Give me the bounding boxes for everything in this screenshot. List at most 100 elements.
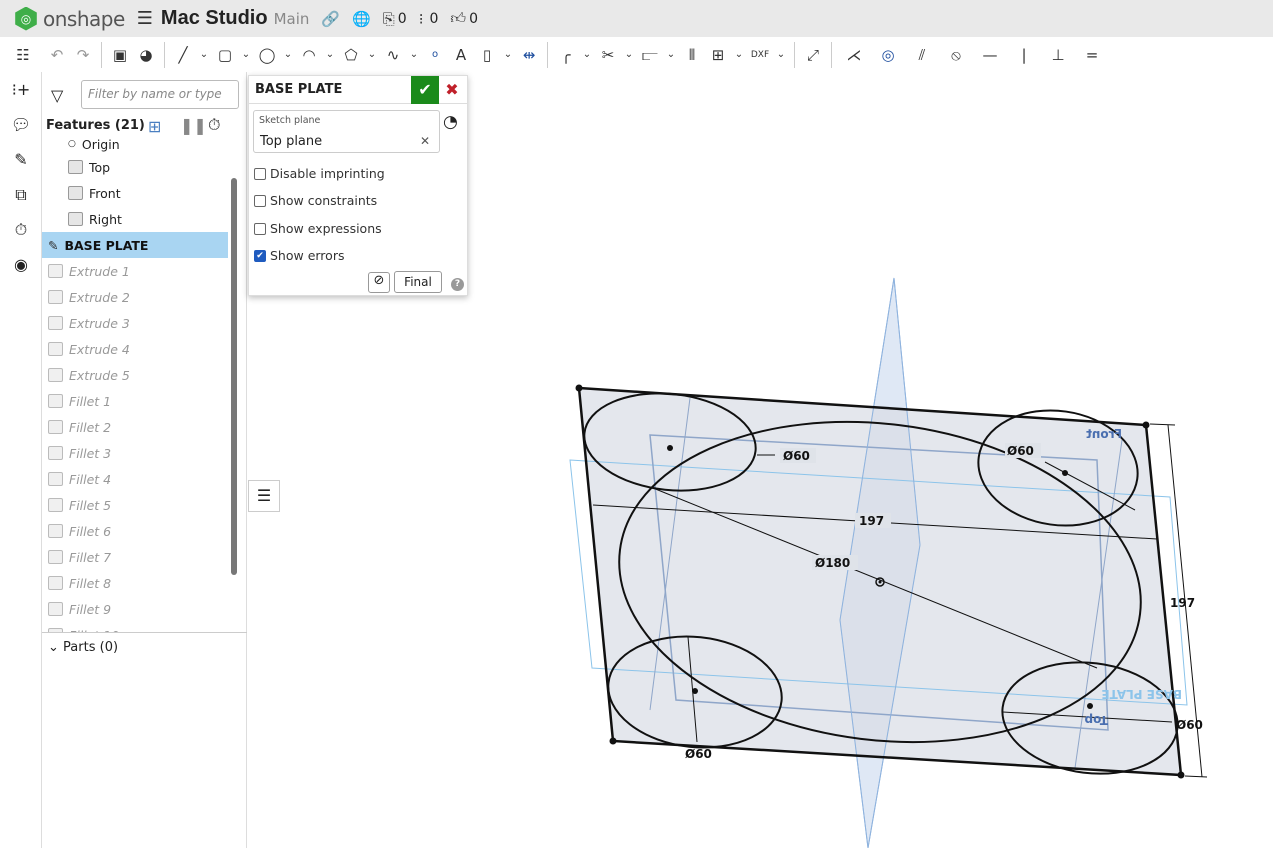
tree-item-feature[interactable]: Fillet 10	[42, 622, 228, 632]
link-icon[interactable]: 🔗	[321, 10, 340, 28]
rollback-timer-icon[interactable]: ⏱	[208, 115, 220, 135]
like-icon[interactable]: 👍︎	[450, 9, 466, 28]
chevron-down-icon[interactable]: ⌄	[322, 49, 338, 60]
transform-icon[interactable]: ⤢	[800, 42, 826, 68]
tree-item-front[interactable]: Front	[42, 180, 228, 206]
extrude-icon	[48, 264, 63, 278]
polygon-icon[interactable]: ⬠	[338, 42, 364, 68]
tree-item-feature[interactable]: Fillet 5	[42, 492, 228, 518]
tree-item-feature[interactable]: Fillet 9	[42, 596, 228, 622]
tree-item-top[interactable]: Top	[42, 154, 228, 180]
equal-icon[interactable]: =	[1079, 42, 1105, 68]
sketch-plane-label: BASE PLATE	[1101, 687, 1182, 701]
dim-d7: Ø60	[685, 747, 712, 761]
horizontal-icon[interactable]: —	[977, 42, 1003, 68]
point-icon[interactable]: o	[422, 42, 448, 68]
chevron-down-icon[interactable]: ⌄	[196, 49, 212, 60]
chevron-down-icon[interactable]: ⌄	[238, 49, 254, 60]
pause-icon[interactable]: ❚❚	[180, 116, 207, 135]
parallel-icon[interactable]: ⫽	[909, 42, 935, 68]
front-plane-label: Front	[1086, 427, 1122, 441]
text-icon[interactable]: A	[448, 42, 474, 68]
construction-icon[interactable]: ▯	[474, 42, 500, 68]
perpendicular-icon[interactable]: ⊥	[1045, 42, 1071, 68]
notes-icon[interactable]: ✎	[0, 142, 42, 177]
fillet-icon[interactable]: ╭	[553, 42, 579, 68]
tree-item-feature[interactable]: Extrude 3	[42, 310, 228, 336]
pattern-icon[interactable]: ⊞	[705, 42, 731, 68]
fillet-icon	[48, 576, 63, 590]
mirror-icon[interactable]: ⫴	[679, 42, 705, 68]
onshape-logo-icon[interactable]: ◎	[15, 6, 37, 31]
branches-icon[interactable]: ⁝	[419, 10, 424, 28]
filter-input[interactable]: Filter by name or type	[81, 80, 239, 109]
chevron-down-icon[interactable]: ⌄	[364, 49, 380, 60]
tree-item-feature[interactable]: Extrude 1	[42, 258, 228, 284]
concentric-icon[interactable]: ◎	[875, 42, 901, 68]
dim-d3: 197	[859, 514, 884, 528]
tree-item-feature[interactable]: Extrude 4	[42, 336, 228, 362]
tree-item-feature[interactable]: Fillet 7	[42, 544, 228, 570]
performance-icon[interactable]: ⏱	[0, 212, 42, 247]
branch-name[interactable]: Main	[274, 10, 310, 28]
feature-panel: ▽ Filter by name or type Features (21) ⊞…	[42, 72, 247, 848]
tree-item-feature[interactable]: Fillet 3	[42, 440, 228, 466]
scrollbar[interactable]	[231, 178, 237, 575]
tree-item-feature[interactable]: Extrude 2	[42, 284, 228, 310]
coincident-icon[interactable]: ⋌	[841, 42, 867, 68]
filter-icon[interactable]: ▽	[51, 86, 63, 105]
undo-icon[interactable]: ↶	[44, 42, 70, 68]
tree-item-origin[interactable]: ○ Origin	[42, 134, 228, 154]
use-icon[interactable]: ▣	[107, 42, 133, 68]
chevron-down-icon[interactable]: ⌄	[663, 49, 679, 60]
globe-icon[interactable]: 🌐	[352, 10, 371, 28]
configuration-icon[interactable]: ⧉	[0, 177, 42, 212]
redo-icon[interactable]: ↷	[70, 42, 96, 68]
rectangle-icon[interactable]: ▢	[212, 42, 238, 68]
fillet-icon	[48, 472, 63, 486]
feature-list-toggle-icon[interactable]: ☷	[10, 42, 36, 68]
item-label: Fillet 9	[69, 601, 112, 617]
dxf-import-icon[interactable]: DXF	[747, 42, 773, 68]
item-label: Fillet 7	[69, 549, 112, 565]
circle-icon[interactable]: ◯	[254, 42, 280, 68]
tree-item-right[interactable]: Right	[42, 206, 228, 232]
menu-icon[interactable]: ☰	[137, 8, 153, 29]
parts-section[interactable]: ⌄ Parts (0)	[42, 632, 247, 662]
spline-icon[interactable]: ∿	[380, 42, 406, 68]
comments-icon[interactable]: 💬︎	[0, 107, 42, 142]
item-label: Extrude 2	[69, 289, 130, 305]
chevron-down-icon[interactable]: ⌄	[731, 49, 747, 60]
tree-item-base-plate[interactable]: ✎ BASE PLATE	[42, 232, 228, 258]
intersect-icon[interactable]: ◕	[133, 42, 159, 68]
tree-item-feature[interactable]: Fillet 6	[42, 518, 228, 544]
origin-icon: ○	[68, 139, 76, 149]
vertical-icon[interactable]: |	[1011, 42, 1037, 68]
line-icon[interactable]: ╱	[170, 42, 196, 68]
tree-item-feature[interactable]: Fillet 8	[42, 570, 228, 596]
tree-item-feature[interactable]: Fillet 1	[42, 388, 228, 414]
versions-icon[interactable]: ⎘	[383, 10, 395, 28]
fillet-icon	[48, 550, 63, 564]
trim-icon[interactable]: ✂	[595, 42, 621, 68]
chevron-down-icon[interactable]: ⌄	[579, 49, 595, 60]
offset-icon[interactable]: ⫍	[637, 42, 663, 68]
tree-item-feature[interactable]: Fillet 4	[42, 466, 228, 492]
chevron-down-icon[interactable]: ⌄	[406, 49, 422, 60]
chevron-down-icon[interactable]: ⌄	[773, 49, 789, 60]
viewport[interactable]: Ø60 Ø60 197 Ø180 197 Ø60 Ø60 Front Top B…	[247, 72, 1273, 848]
tangent-icon[interactable]: ⦸	[943, 42, 969, 68]
variable-studio-icon[interactable]: ◉	[0, 247, 42, 282]
document-title[interactable]: Mac Studio	[161, 7, 268, 30]
chevron-down-icon[interactable]: ⌄	[280, 49, 296, 60]
tree-item-feature[interactable]: Extrude 5	[42, 362, 228, 388]
feature-tree: ○ Origin Top Front Right ✎ BASE PLATE Extr…	[42, 134, 228, 632]
chevron-down-icon[interactable]: ⌄	[621, 49, 637, 60]
tree-item-feature[interactable]: Fillet 2	[42, 414, 228, 440]
insert-mate-connector-icon[interactable]: ⁝+	[0, 72, 42, 107]
plane-icon	[68, 186, 83, 200]
dimension-icon[interactable]: ⇹	[516, 42, 542, 68]
chevron-down-icon[interactable]: ⌄	[500, 49, 516, 60]
likes-count: 0	[469, 10, 479, 27]
arc-icon[interactable]: ◠	[296, 42, 322, 68]
